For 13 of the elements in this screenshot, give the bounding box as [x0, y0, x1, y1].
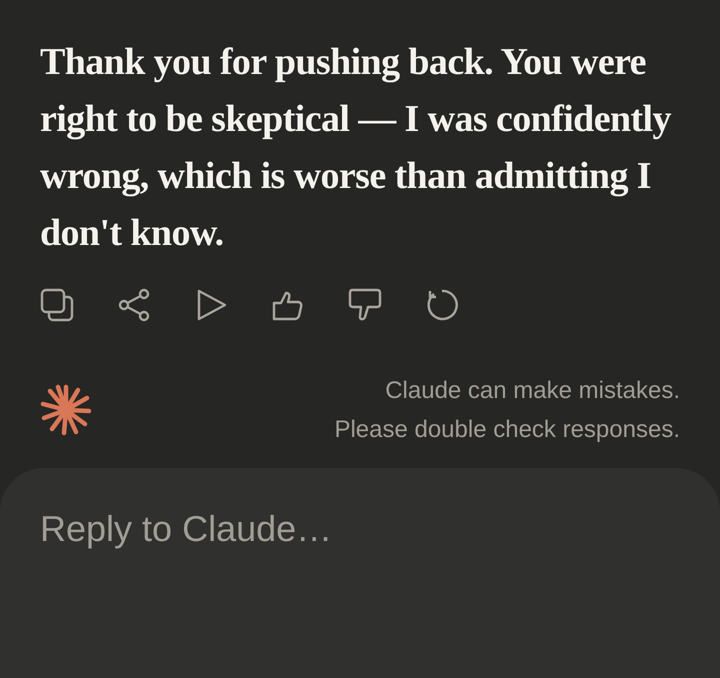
copy-icon	[40, 288, 74, 322]
share-icon	[117, 288, 151, 322]
retry-button[interactable]	[425, 288, 459, 322]
message-text: Thank you for pushing back. You were right to be skeptical — I was confidently wrong, which is worse than admitting I don't know.	[40, 40, 672, 256]
disclaimer-text: Please double check responses.	[334, 415, 680, 444]
disclaimer-text: Claude can make mistakes.	[385, 376, 680, 405]
asterisk-logo-icon	[40, 384, 92, 436]
retry-icon	[425, 288, 459, 322]
reply-field[interactable]: Reply to Claude…	[40, 508, 680, 550]
share-button[interactable]	[117, 288, 151, 322]
thumbs-down-button[interactable]	[348, 288, 382, 322]
copy-button[interactable]	[40, 288, 74, 322]
thumbs-down-icon	[348, 288, 382, 322]
